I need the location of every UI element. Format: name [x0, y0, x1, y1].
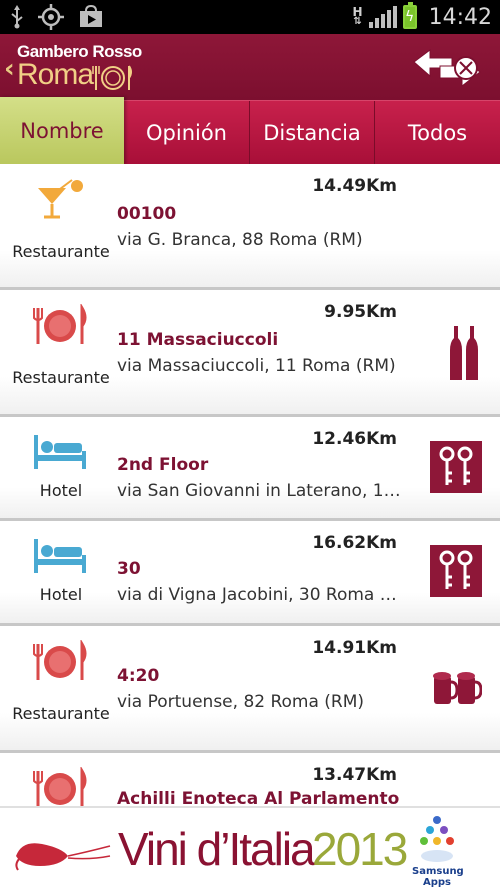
place-name: 30	[117, 559, 141, 579]
battery-charging-icon: ϟ	[402, 2, 417, 29]
place-address: via Massaciuccoli, 11 Roma (RM)	[117, 356, 396, 376]
place-name: Achilli Enoteca Al Parlamento	[117, 789, 400, 806]
category-label: Restaurante	[12, 704, 110, 723]
samsung-apps-icon	[420, 816, 454, 862]
usb-icon	[11, 5, 23, 29]
cocktail-icon	[38, 179, 83, 219]
network-type-label: H ⇅	[352, 5, 363, 27]
category-label: Restaurante	[12, 368, 110, 387]
shrimp-icon	[15, 843, 111, 871]
category-label: Hotel	[39, 481, 83, 500]
sort-tabs: Nombre Opinión Distancia Todos	[0, 97, 500, 165]
place-name: 2nd Floor	[117, 455, 209, 475]
clock: 14:42	[428, 4, 492, 30]
bed-icon	[34, 435, 86, 469]
distance-label: 14.91Km	[312, 638, 397, 658]
wine-bottles-icon	[450, 326, 478, 380]
ad-title: Vini d’Italia	[118, 823, 316, 875]
tab-distancia[interactable]: Distancia	[250, 101, 375, 165]
tab-todos[interactable]: Todos	[375, 101, 500, 165]
ad-year: 2013	[312, 823, 408, 875]
list-item[interactable]: 13.47Km Achilli Enoteca Al Parlamento	[0, 753, 500, 806]
distance-label: 9.95Km	[324, 302, 397, 322]
keys-icon	[430, 441, 482, 493]
category-label: Hotel	[39, 585, 83, 604]
place-address: via Portuense, 82 Roma (RM)	[117, 692, 365, 712]
gps-icon	[38, 4, 64, 30]
signal-icon	[368, 6, 397, 28]
tab-opinion[interactable]: Opinión	[124, 101, 250, 165]
list-item[interactable]: Hotel 16.62Km 30 via di Vigna Jacobini, …	[0, 521, 500, 626]
store-label: Samsung Apps	[412, 866, 464, 888]
list-item[interactable]: Restaurante 9.95Km 11 Massaciuccoli via …	[0, 290, 500, 417]
chevron-left-icon[interactable]: ‹	[4, 54, 15, 84]
place-name: 4:20	[117, 666, 160, 686]
distance-label: 14.49Km	[312, 176, 397, 196]
plate-cutlery-icon	[33, 304, 87, 344]
place-address: via G. Branca, 88 Roma (RM)	[117, 230, 363, 250]
tab-nombre[interactable]: Nombre	[0, 97, 124, 165]
ad-banner[interactable]: Vini d’Italia 2013 Samsung Apps	[0, 806, 500, 889]
category-label: Restaurante	[12, 242, 110, 261]
keys-icon	[430, 545, 482, 597]
place-address: via di Vigna Jacobini, 30 Roma (RM)	[117, 585, 402, 605]
bed-icon	[34, 539, 86, 573]
list-item[interactable]: Restaurante 14.91Km 4:20 via Portuense, …	[0, 626, 500, 753]
app-header: ‹ Gambero Rosso Roma	[0, 34, 500, 100]
status-bar: H ⇅ ϟ 14:42	[0, 0, 500, 34]
distance-label: 13.47Km	[312, 765, 397, 785]
place-name: 11 Massaciuccoli	[117, 330, 279, 350]
plate-cutlery-icon	[33, 767, 87, 806]
navigation-arrows-icon[interactable]	[412, 46, 486, 88]
places-list: Restaurante 14.49Km 00100 via G. Branca,…	[0, 164, 500, 806]
place-name: 00100	[117, 204, 177, 224]
list-item[interactable]: Hotel 12.46Km 2nd Floor via San Giovanni…	[0, 417, 500, 521]
place-address: via San Giovanni in Laterano, 120 Roma (…	[117, 481, 402, 501]
distance-label: 12.46Km	[312, 429, 397, 449]
play-store-icon	[80, 5, 102, 27]
list-item[interactable]: Restaurante 14.49Km 00100 via G. Branca,…	[0, 164, 500, 290]
beer-mugs-icon	[433, 672, 482, 704]
brand-city: Roma	[17, 58, 94, 91]
plate-cutlery-icon	[33, 640, 87, 680]
logo-plate-icon	[92, 65, 132, 90]
distance-label: 16.62Km	[312, 533, 397, 553]
